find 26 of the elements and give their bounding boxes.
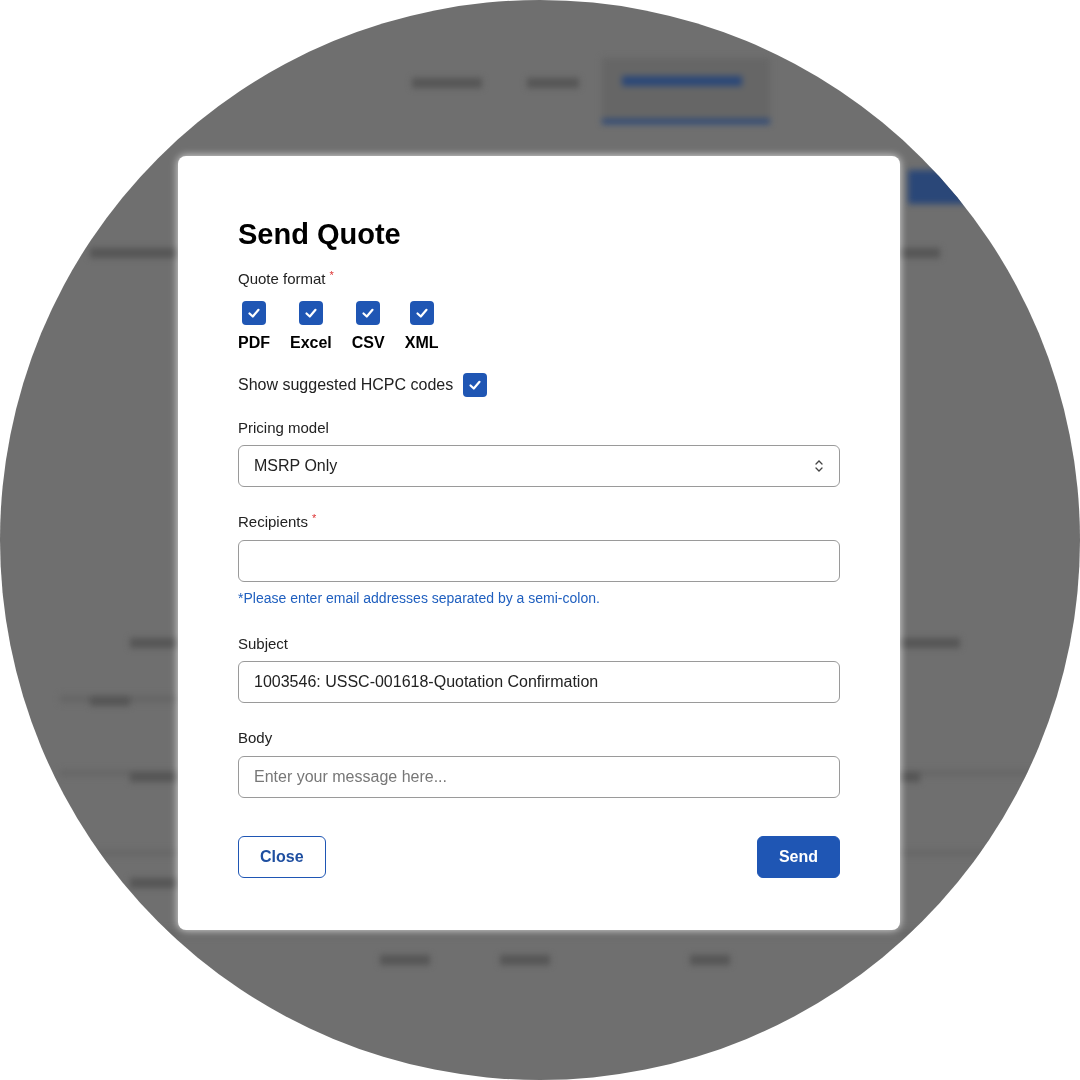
field-label: Body <box>238 728 273 748</box>
checkbox-label: Excel <box>290 332 332 353</box>
field-label: Pricing model <box>238 417 329 438</box>
checkbox[interactable] <box>356 300 381 325</box>
dialog-title: Send Quote <box>238 217 402 252</box>
chevron-up-down-icon <box>814 459 824 473</box>
checkbox[interactable] <box>242 300 266 325</box>
checkbox-label: PDF <box>238 332 270 353</box>
recipients-field[interactable] <box>238 539 840 582</box>
field-label: Recipients <box>238 512 309 532</box>
subject-field[interactable]: 1003546: USSC-001618-Quotation Confirmation <box>238 661 840 703</box>
send-button[interactable]: Send <box>756 835 840 878</box>
checkbox-label: XML <box>404 332 439 353</box>
required-asterisk: * <box>329 270 334 281</box>
checkbox-label: CSV <box>351 332 385 353</box>
field-label: Subject <box>238 633 289 654</box>
field-label: Quote format <box>238 269 326 289</box>
body-field[interactable]: Enter your message here... <box>238 755 840 798</box>
checkbox[interactable] <box>409 300 434 325</box>
recipients-hint: *Please enter email addresses separated by a semi-colon. <box>238 588 601 608</box>
pricing-model-select[interactable]: MSRP Only <box>238 445 840 487</box>
required-asterisk: * <box>312 513 317 524</box>
checkbox-label: Show suggested HCPC codes <box>238 374 454 395</box>
checkbox[interactable] <box>463 372 488 397</box>
close-button[interactable]: Close <box>238 835 326 878</box>
checkbox[interactable] <box>298 300 323 325</box>
